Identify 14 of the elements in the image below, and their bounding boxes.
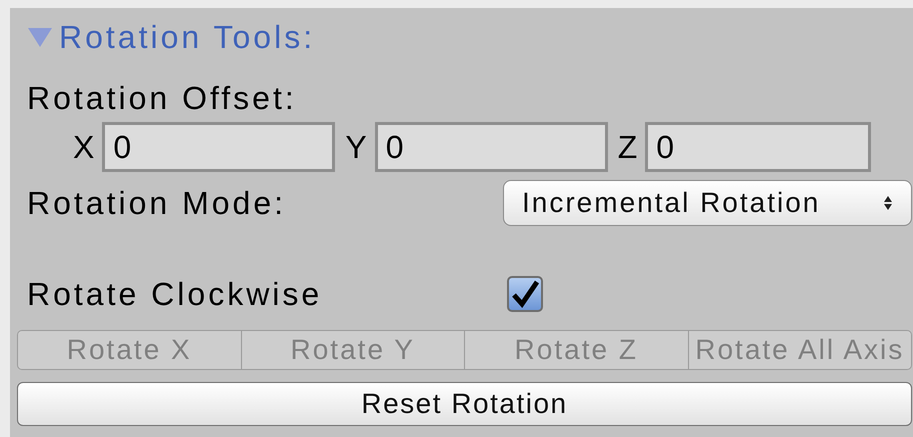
- reset-rotation-button[interactable]: Reset Rotation: [17, 382, 912, 426]
- field-label: Rotation Offset:: [27, 79, 297, 118]
- axis-label: Y: [345, 131, 367, 163]
- checkbox-label: Rotate Clockwise: [27, 278, 324, 310]
- dropdown[interactable]: Incremental Rotation: [503, 180, 912, 226]
- number-field[interactable]: 0: [102, 122, 336, 172]
- checkbox[interactable]: [507, 276, 543, 312]
- axis-label: Z: [618, 131, 638, 163]
- field-label: Rotation Mode:: [27, 187, 286, 219]
- axis-label: X: [73, 131, 94, 163]
- stepper-arrows-icon: [883, 195, 893, 211]
- number-field[interactable]: 0: [374, 122, 608, 172]
- section-title: Rotation Tools:: [59, 21, 316, 53]
- number-field[interactable]: 0: [645, 122, 872, 172]
